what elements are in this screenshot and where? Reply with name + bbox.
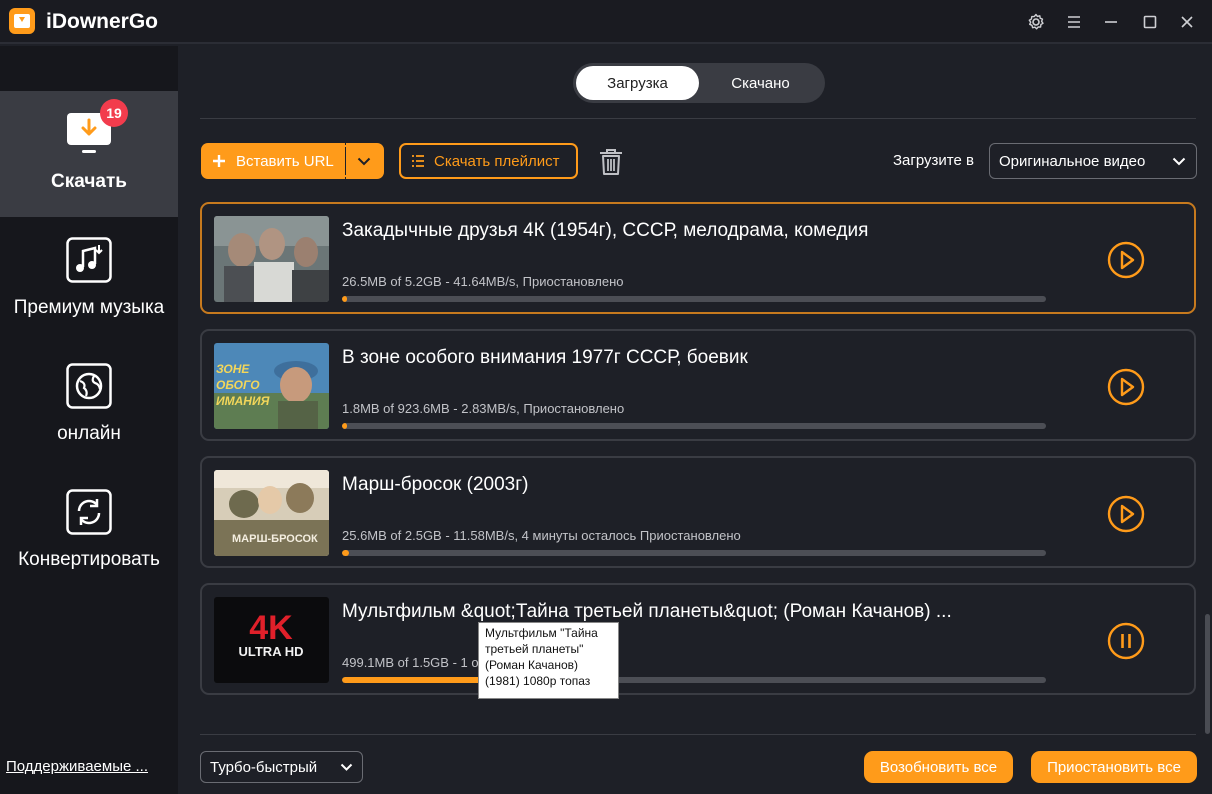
minimize-icon[interactable] [1099,10,1123,34]
download-title: Мультфильм &quot;Тайна третьей планеты&q… [342,601,952,622]
app-window: iDownerGo 19 Скачать Премиум музыка онла… [0,0,1212,794]
play-icon[interactable] [1106,494,1146,534]
thumb-text: ULTRA HD [239,644,304,659]
scrollbar-thumb[interactable] [1205,614,1210,734]
resume-all-label: Возобновить все [879,758,998,776]
speed-mode-value: Турбо-быстрый [210,758,318,776]
download-progress-bar [342,423,1046,429]
resume-all-button[interactable]: Возобновить все [864,751,1013,783]
sidebar-item-premium-music[interactable]: Премиум музыка [0,217,178,343]
thumb-text: МАРШ-БРОСОК [232,533,318,545]
paste-url-dropdown[interactable] [345,143,382,179]
pause-all-label: Приостановить все [1047,758,1181,776]
download-item[interactable]: 4K ULTRA HD Мультфильм &quot;Тайна треть… [200,583,1196,695]
supported-sites-link[interactable]: Поддерживаемые ... [6,758,148,775]
title-tooltip: Мультфильм "Тайна третьей планеты" (Рома… [478,622,619,699]
download-title: Закадычные друзья 4К (1954г), СССР, мело… [342,220,869,241]
play-icon[interactable] [1106,240,1146,280]
trash-icon[interactable] [597,147,625,177]
close-icon[interactable] [1175,10,1199,34]
main-panel: Загрузка Скачано Вставить URL Скачать пл… [178,46,1212,794]
video-thumbnail [214,216,329,302]
download-playlist-button[interactable]: Скачать плейлист [399,143,578,179]
thumb-text: ОБОГО [216,378,260,392]
sidebar: 19 Скачать Премиум музыка онлайн Конверт… [0,46,178,794]
plus-icon [213,155,225,167]
top-divider [200,118,1196,119]
sidebar-item-download[interactable]: 19 Скачать [0,91,178,217]
sidebar-item-label: Премиум музыка [13,297,165,318]
play-icon[interactable] [1106,367,1146,407]
sidebar-item-label: онлайн [57,423,121,444]
thumb-text: 4K [249,609,293,647]
paste-url-button[interactable]: Вставить URL [201,143,384,179]
tab-switcher: Загрузка Скачано [573,63,825,103]
download-status: 25.6MB of 2.5GB - 11.58MB/s, 4 минуты ос… [342,528,741,543]
download-monitor-icon: 19 [66,99,128,157]
globe-icon [66,363,112,409]
chevron-down-icon [1172,157,1186,166]
pause-icon[interactable] [1106,621,1146,661]
download-item[interactable]: Закадычные друзья 4К (1954г), СССР, мело… [200,202,1196,314]
settings-gear-icon[interactable] [1024,10,1048,34]
sidebar-item-convert[interactable]: Конвертировать [0,469,178,595]
thumb-text: ИМАНИЯ [216,394,270,408]
download-playlist-label: Скачать плейлист [434,152,560,170]
convert-icon [66,489,112,535]
download-count-badge: 19 [100,99,128,127]
download-item[interactable]: МАРШ-БРОСОК Марш-бросок (2003г) 25.6MB o… [200,456,1196,568]
tab-downloading[interactable]: Загрузка [576,66,699,100]
maximize-icon[interactable] [1138,10,1162,34]
download-status: 1.8MB of 923.6MB - 2.83MB/s, Приостановл… [342,401,625,416]
download-format-value: Оригинальное видео [999,152,1146,170]
video-thumbnail: 4K ULTRA HD [214,597,329,683]
download-progress-bar [342,296,1046,302]
download-title: В зоне особого внимания 1977г СССР, боев… [342,347,748,368]
video-thumbnail: ЗОНЕ ОБОГО ИМАНИЯ [214,343,329,429]
chevron-down-icon [357,157,371,165]
download-progress-bar [342,677,1046,683]
app-title: iDownerGo [46,10,159,33]
sidebar-item-label: Скачать [51,171,127,192]
music-note-icon [66,237,112,283]
app-logo-icon [9,8,35,34]
bottom-divider [200,734,1196,735]
download-title: Марш-бросок (2003г) [342,474,529,495]
paste-url-label: Вставить URL [236,152,334,170]
speed-mode-select[interactable]: Турбо-быстрый [200,751,363,783]
download-to-label: Загрузите в [893,152,974,169]
title-bar: iDownerGo [0,0,1212,44]
sidebar-item-online[interactable]: онлайн [0,343,178,469]
download-progress-bar [342,550,1046,556]
thumb-text: ЗОНЕ [216,362,250,376]
download-format-select[interactable]: Оригинальное видео [989,143,1197,179]
pause-all-button[interactable]: Приостановить все [1031,751,1197,783]
tab-downloaded[interactable]: Скачано [699,66,822,100]
sidebar-item-label: Конвертировать [18,549,160,570]
menu-icon[interactable] [1062,10,1086,34]
video-thumbnail: МАРШ-БРОСОК [214,470,329,556]
download-item[interactable]: ЗОНЕ ОБОГО ИМАНИЯ В зоне особого внимани… [200,329,1196,441]
playlist-icon [412,155,424,167]
download-status: 26.5MB of 5.2GB - 41.64MB/s, Приостановл… [342,274,624,289]
chevron-down-icon [340,763,353,771]
